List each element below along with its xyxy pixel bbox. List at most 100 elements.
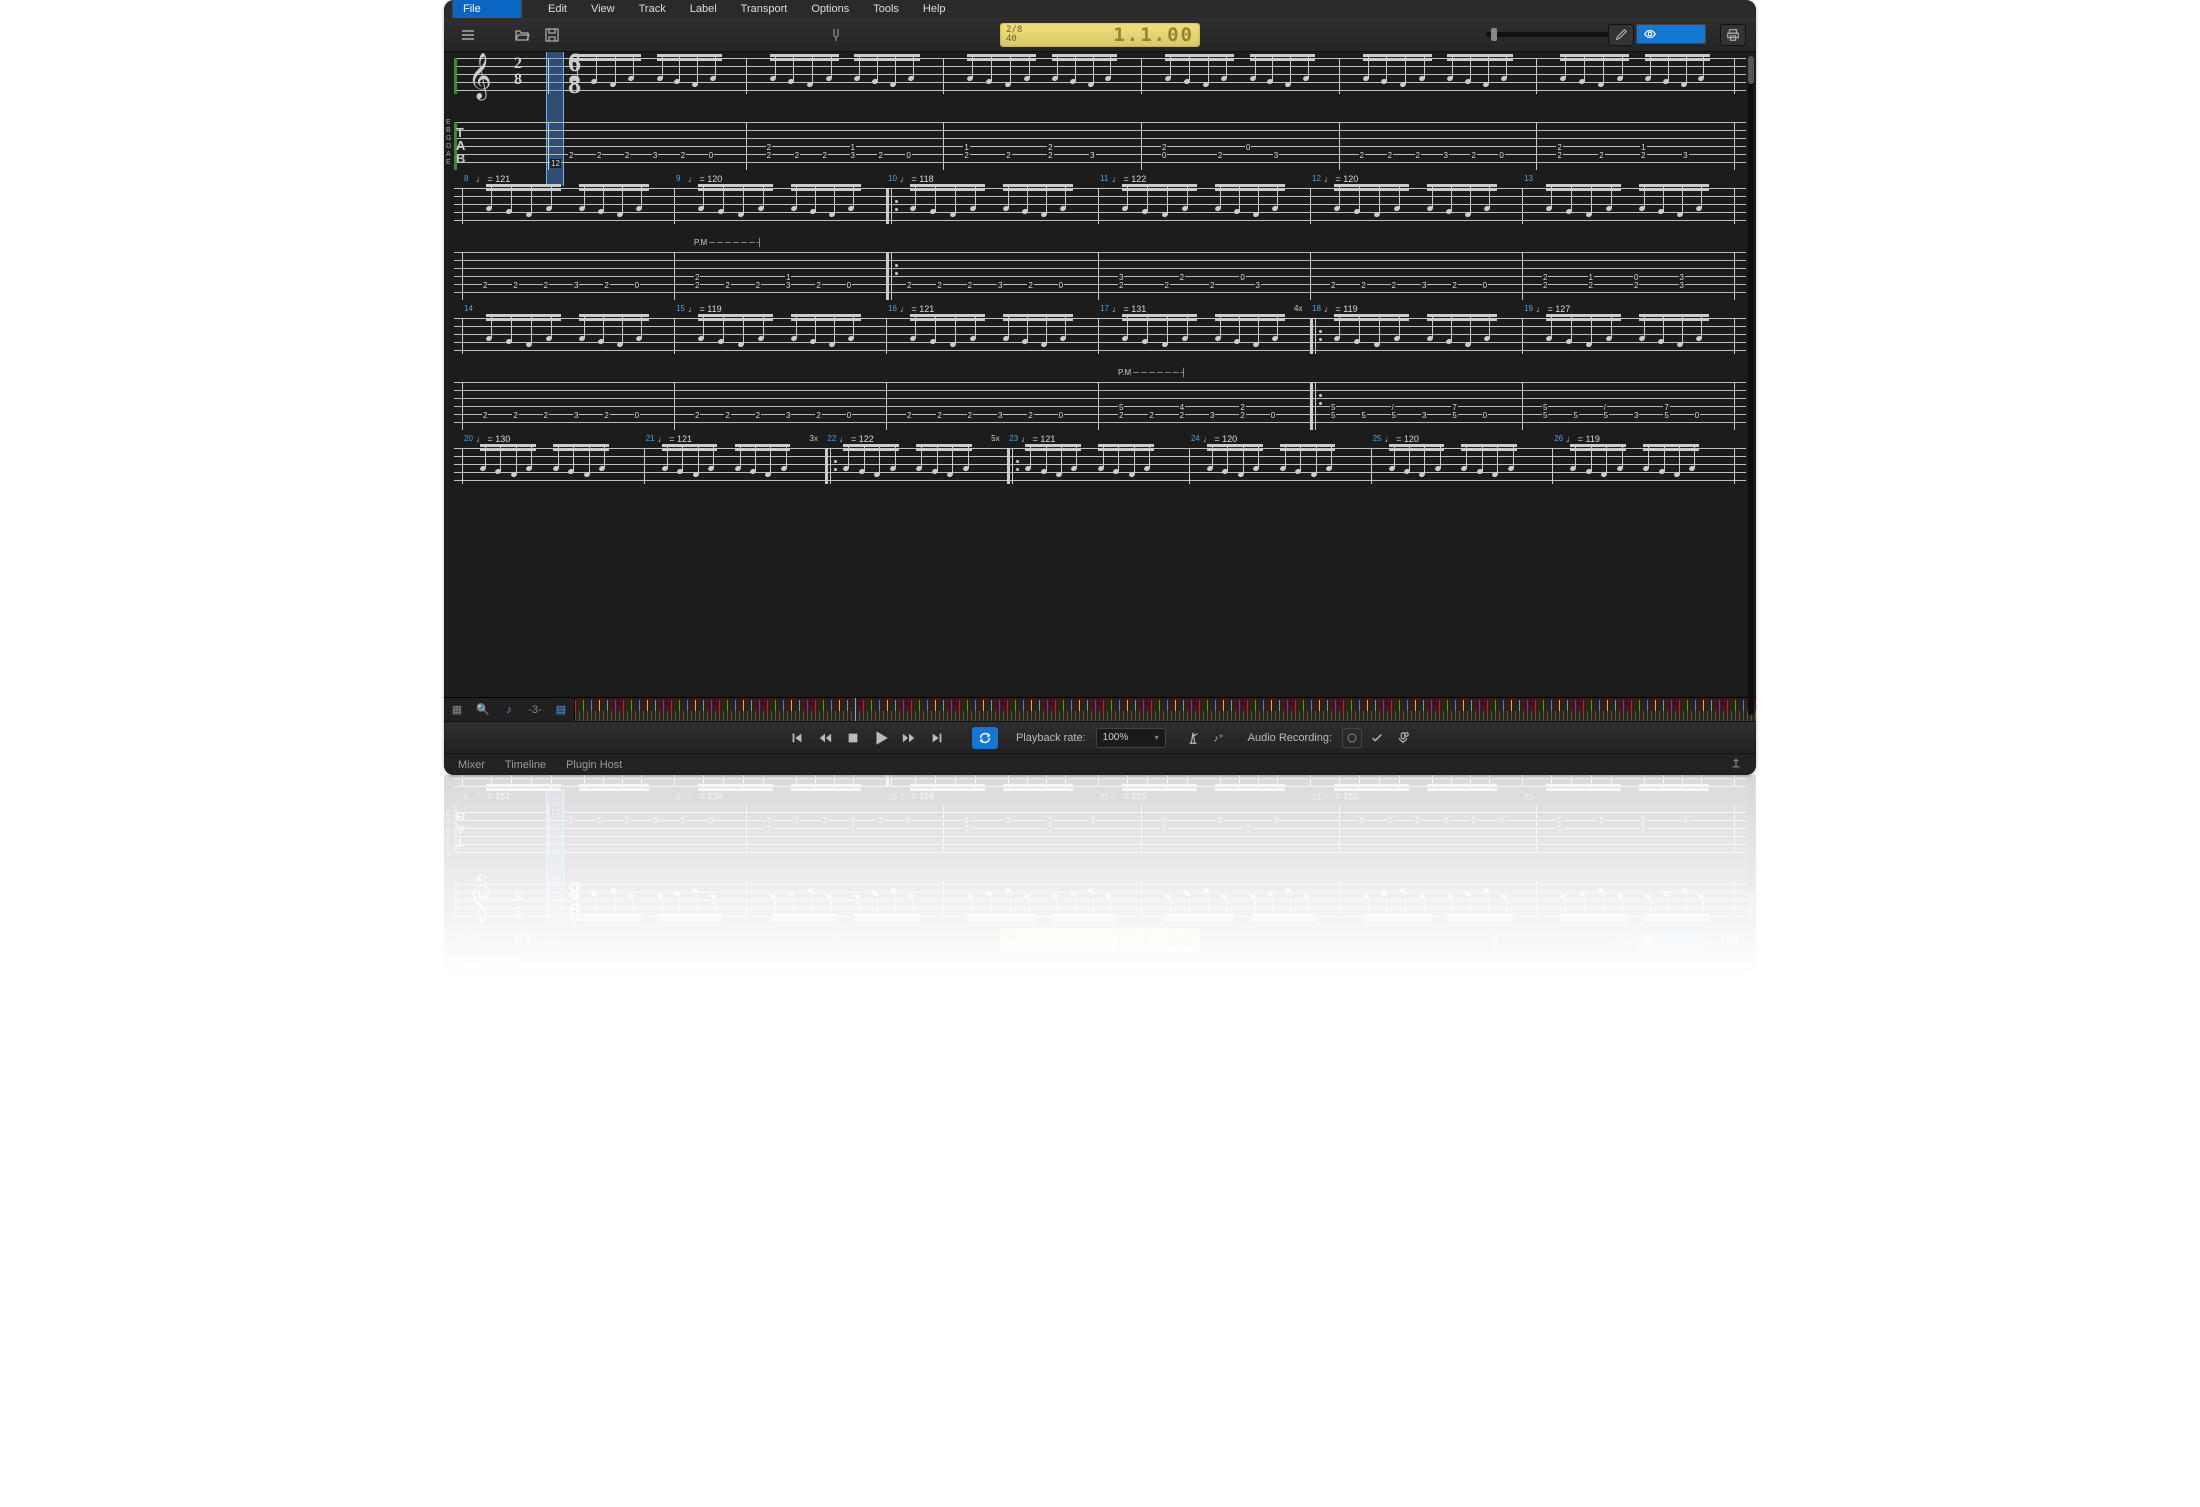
fret-number[interactable]: 2	[766, 815, 772, 824]
fret-number[interactable]: 2	[1598, 815, 1604, 824]
fret-number[interactable]: 0	[1245, 823, 1251, 832]
menu-label[interactable]: Label	[680, 1, 727, 17]
fret-number[interactable]: 2	[543, 411, 549, 420]
fret-number[interactable]: 2	[1239, 411, 1245, 420]
status-tab-mixer[interactable]: Mixer	[458, 759, 485, 771]
zoom-slider[interactable]	[1486, 938, 1626, 943]
fret-number[interactable]: 2	[1556, 823, 1562, 832]
fret-number[interactable]: 2	[755, 411, 761, 420]
mic-settings-icon[interactable]	[1392, 727, 1414, 749]
timeline[interactable]	[574, 698, 1756, 721]
fret-number[interactable]: 2	[1005, 151, 1011, 160]
fret-number[interactable]: 0	[708, 815, 714, 824]
menu-track[interactable]: Track	[629, 1, 676, 17]
fret-number[interactable]: 2	[794, 151, 800, 160]
fret-number[interactable]: 2	[936, 411, 942, 420]
fret-number[interactable]: 1	[963, 823, 969, 832]
scrollbar-track[interactable]	[1748, 56, 1754, 715]
countin-icon[interactable]: ♪»	[1208, 727, 1230, 749]
fret-number[interactable]: 2	[1047, 815, 1053, 824]
fret-number[interactable]: 2	[482, 281, 488, 290]
fret-number[interactable]: 3	[1682, 151, 1688, 160]
fret-number[interactable]: 2	[794, 815, 800, 824]
tempo-icon[interactable]: -3-	[522, 698, 548, 721]
fret-number[interactable]: 2	[1451, 281, 1457, 290]
fret-number[interactable]: 5	[1603, 411, 1609, 420]
stop-icon[interactable]	[842, 727, 864, 749]
menu-edit[interactable]: Edit	[538, 1, 577, 17]
fret-number[interactable]: 2	[1470, 815, 1476, 824]
fret-number[interactable]: 3	[1089, 815, 1095, 824]
fret-number[interactable]: 2	[1047, 823, 1053, 832]
fret-number[interactable]: 2	[967, 281, 973, 290]
fret-number[interactable]: 0	[905, 151, 911, 160]
tuning-fork-icon[interactable]	[824, 23, 848, 47]
menu-help[interactable]: Help	[913, 958, 956, 974]
print-icon[interactable]	[1720, 930, 1746, 952]
pencil-icon[interactable]	[1608, 24, 1634, 46]
menu-tools[interactable]: Tools	[863, 1, 909, 17]
fastfwd-icon[interactable]	[898, 727, 920, 749]
save-icon[interactable]	[540, 929, 564, 953]
fret-number[interactable]: 0	[1498, 815, 1504, 824]
fret-number[interactable]: 2	[1161, 823, 1167, 832]
menu-transport[interactable]: Transport	[731, 958, 798, 974]
fret-number[interactable]: 3	[1273, 815, 1279, 824]
fret-number[interactable]: 2	[680, 151, 686, 160]
fret-number[interactable]: 3	[1679, 281, 1685, 290]
fret-number[interactable]: 0	[1245, 143, 1251, 152]
fret-number[interactable]: 2	[1179, 273, 1185, 282]
fret-number[interactable]: 0	[846, 281, 852, 290]
fret-number[interactable]: 3	[1209, 411, 1215, 420]
fret-number[interactable]: 0	[634, 281, 640, 290]
fret-number[interactable]: 2	[694, 411, 700, 420]
check-icon[interactable]	[1366, 727, 1388, 749]
menu-file[interactable]: File	[452, 956, 522, 975]
fret-number[interactable]: 0	[1270, 411, 1276, 420]
fret-number[interactable]: 0	[1498, 151, 1504, 160]
fret-number[interactable]: 2	[963, 151, 969, 160]
fret-number[interactable]: 2	[822, 815, 828, 824]
fret-number[interactable]: 2	[1118, 411, 1124, 420]
fret-number[interactable]: 2	[1179, 411, 1185, 420]
fret-number[interactable]: 2	[1556, 815, 1562, 824]
fret-number[interactable]: 0	[1694, 411, 1700, 420]
loop-icon[interactable]	[972, 727, 998, 749]
fret-number[interactable]: 2	[624, 815, 630, 824]
search-icon[interactable]: 🔍	[470, 698, 496, 721]
fret-number[interactable]: 0	[1239, 273, 1245, 282]
fret-number[interactable]: 0	[1161, 815, 1167, 824]
fret-number[interactable]: 5	[1451, 411, 1457, 420]
fret-number[interactable]: 2	[1148, 411, 1154, 420]
menu-options[interactable]: Options	[801, 958, 859, 974]
pencil-icon[interactable]	[1608, 930, 1634, 952]
grid-icon[interactable]: ▦	[444, 698, 470, 721]
fret-number[interactable]: 2	[724, 281, 730, 290]
fret-number[interactable]: 2	[1640, 151, 1646, 160]
fret-number[interactable]: 2	[596, 151, 602, 160]
menu-label[interactable]: Label	[680, 958, 727, 974]
fret-number[interactable]: 3	[1443, 151, 1449, 160]
fret-number[interactable]: 3	[850, 151, 856, 160]
fret-number[interactable]: 2	[963, 815, 969, 824]
fret-number[interactable]: 2	[724, 411, 730, 420]
menu-help[interactable]: Help	[913, 1, 956, 17]
fret-number[interactable]: 3	[1255, 281, 1261, 290]
scrollbar-thumb[interactable]	[1748, 891, 1754, 919]
note-icon[interactable]: ♪	[496, 698, 522, 721]
fret-number[interactable]: 0	[1058, 411, 1064, 420]
fret-number[interactable]: 2	[568, 151, 574, 160]
fret-number[interactable]: 2	[815, 281, 821, 290]
fret-number[interactable]: 2	[755, 281, 761, 290]
fret-number[interactable]: 2	[1217, 815, 1223, 824]
menu-transport[interactable]: Transport	[731, 1, 798, 17]
fret-number[interactable]: 2	[694, 281, 700, 290]
hamburger-icon[interactable]	[456, 929, 480, 953]
fret-number[interactable]: 2	[543, 281, 549, 290]
eye-icon[interactable]	[1636, 932, 1706, 952]
fret-number[interactable]: 2	[1330, 281, 1336, 290]
fret-number[interactable]: 2	[1598, 151, 1604, 160]
score-view[interactable]: 𝄞28= 40682= 1213= 1204= 1225= 1176= 1217…	[444, 52, 1756, 697]
fret-number[interactable]: 2	[822, 151, 828, 160]
fret-number[interactable]: 5	[1663, 411, 1669, 420]
